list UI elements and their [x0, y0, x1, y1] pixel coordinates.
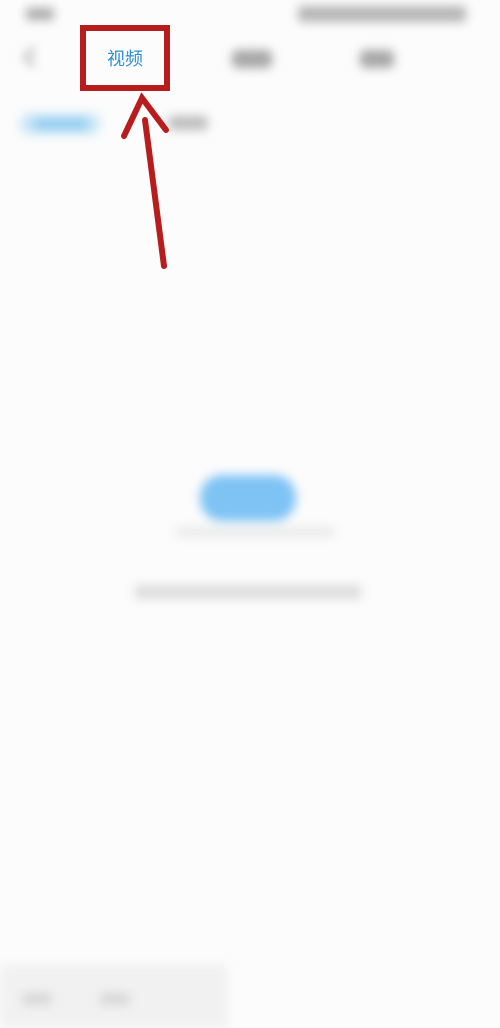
- status-bar-time: [26, 8, 54, 20]
- empty-state-shadow: [175, 527, 335, 537]
- blurred-content: [0, 0, 500, 1028]
- filter-chip-active[interactable]: [20, 113, 100, 135]
- tab-third[interactable]: [360, 50, 394, 68]
- bottom-bar: [0, 965, 228, 1028]
- empty-state-illustration: [200, 475, 296, 521]
- screen: 视频: [0, 0, 500, 1028]
- annotation-highlight-box: [80, 25, 170, 91]
- bottom-bar-item[interactable]: [22, 993, 52, 1005]
- tab-second[interactable]: [232, 50, 272, 68]
- empty-state-text: [134, 585, 362, 599]
- filter-chip-secondary[interactable]: [168, 116, 208, 130]
- back-arrow-icon[interactable]: [18, 45, 42, 69]
- status-bar-indicators: [298, 6, 466, 22]
- bottom-bar-item[interactable]: [100, 993, 130, 1005]
